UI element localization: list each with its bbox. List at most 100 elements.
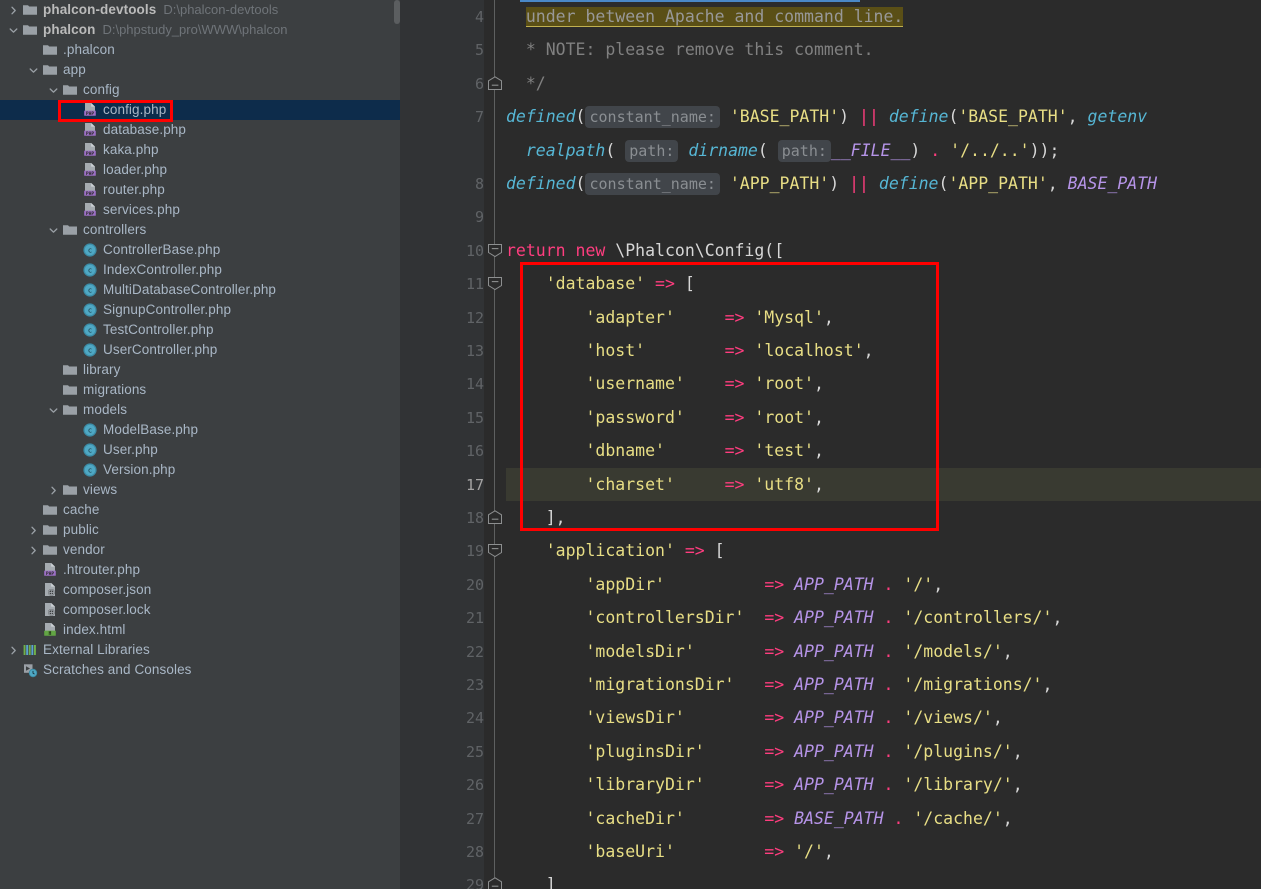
code-line-6[interactable]: */ [506, 67, 546, 100]
line-number-gutter[interactable]: 4 5 6 7 8 9 10 11 12 13 14 15 16 17 18 19 20 21 22 23 24 25 26… [400, 0, 484, 889]
line-number[interactable]: 22 [428, 643, 484, 661]
code-line-16[interactable]: 'dbname' => 'test', [506, 434, 823, 467]
chevron-right-icon[interactable] [28, 525, 39, 536]
line-number[interactable]: 18 [428, 509, 484, 527]
tree-item-vendor[interactable]: vendor [0, 540, 400, 560]
code-line-4[interactable]: under between Apache and command line. [506, 0, 904, 33]
fold-marker-application-close[interactable] [487, 877, 504, 889]
code-line-15[interactable]: 'password' => 'root', [506, 401, 823, 434]
line-number[interactable]: 9 [428, 208, 484, 226]
code-line-7[interactable]: defined(constant_name: 'BASE_PATH') || d… [506, 100, 1147, 133]
chevron-right-icon[interactable] [8, 5, 19, 16]
tree-item-library[interactable]: library [0, 360, 400, 380]
chevron-down-icon[interactable] [48, 405, 59, 416]
tree-item-cache[interactable]: cache [0, 500, 400, 520]
tree-item-views[interactable]: views [0, 480, 400, 500]
line-number[interactable]: 27 [428, 810, 484, 828]
tree-item-controllerbase-php[interactable]: c ControllerBase.php [0, 240, 400, 260]
line-number[interactable]: 14 [428, 375, 484, 393]
code-line-29[interactable]: ] [506, 868, 556, 889]
line-number[interactable]: 20 [428, 576, 484, 594]
line-number[interactable]: 5 [428, 41, 484, 59]
tree-item-app[interactable]: app [0, 60, 400, 80]
tree-item-phalcon[interactable]: phalcon D:\phpstudy_pro\WWW\phalcon [0, 20, 400, 40]
line-number[interactable]: 4 [428, 8, 484, 26]
line-number[interactable]: 7 [428, 108, 484, 126]
fold-marker-comment-end[interactable] [487, 76, 504, 91]
tree-item-testcontroller-php[interactable]: c TestController.php [0, 320, 400, 340]
chevron-right-icon[interactable] [28, 545, 39, 556]
chevron-down-icon[interactable] [8, 25, 19, 36]
tree-item-phalcon-devtools[interactable]: phalcon-devtools D:\phalcon-devtools [0, 0, 400, 20]
tree-item-router-php[interactable]: PHP router.php [0, 180, 400, 200]
code-editor[interactable]: 4 5 6 7 8 9 10 11 12 13 14 15 16 17 18 19 20 21 22 23 24 25 26… [400, 0, 1261, 889]
line-number[interactable]: 6 [428, 75, 484, 93]
tree-item-models[interactable]: models [0, 400, 400, 420]
code-line-14[interactable]: 'username' => 'root', [506, 367, 823, 400]
code-content[interactable]: under between Apache and command line. *… [506, 0, 1261, 889]
line-number[interactable]: 13 [428, 342, 484, 360]
code-line-17[interactable]: 'charset' => 'utf8', [506, 468, 823, 501]
line-number[interactable]: 17 [428, 476, 484, 494]
tree-item-modelbase-php[interactable]: c ModelBase.php [0, 420, 400, 440]
fold-marker-return-config[interactable] [487, 243, 504, 258]
tree-item-indexcontroller-php[interactable]: c IndexController.php [0, 260, 400, 280]
line-number[interactable]: 24 [428, 709, 484, 727]
tree-item-usercontroller-php[interactable]: c UserController.php [0, 340, 400, 360]
code-line-9[interactable] [506, 200, 516, 233]
code-line-26[interactable]: 'libraryDir' => APP_PATH . '/library/', [506, 768, 1022, 801]
code-line-19[interactable]: 'application' => [ [506, 534, 725, 567]
code-folding-gutter[interactable] [484, 0, 506, 889]
code-line-11[interactable]: 'database' => [ [506, 267, 695, 300]
code-line-13[interactable]: 'host' => 'localhost', [506, 334, 873, 367]
line-number[interactable]: 28 [428, 843, 484, 861]
code-line-10[interactable]: return new \Phalcon\Config([ [506, 234, 784, 267]
project-tree[interactable]: phalcon-devtools D:\phalcon-devtools phalc… [0, 0, 400, 680]
line-number[interactable]: 11 [428, 275, 484, 293]
tree-item-controllers[interactable]: controllers [0, 220, 400, 240]
fold-marker-database-close[interactable] [487, 510, 504, 525]
tree-item-loader-php[interactable]: PHP loader.php [0, 160, 400, 180]
tree-item-multidatabasecontroller-php[interactable]: c MultiDatabaseController.php [0, 280, 400, 300]
tree-item-version-php[interactable]: c Version.php [0, 460, 400, 480]
tree-item-config[interactable]: config [0, 80, 400, 100]
tree-item-scratches-and-consoles[interactable]: Scratches and Consoles [0, 660, 400, 680]
tree-item-external-libraries[interactable]: External Libraries [0, 640, 400, 660]
line-number[interactable]: 8 [428, 175, 484, 193]
code-line-21[interactable]: 'controllersDir' => APP_PATH . '/control… [506, 601, 1062, 634]
tree-item-migrations[interactable]: migrations [0, 380, 400, 400]
line-number[interactable]: 12 [428, 309, 484, 327]
code-line-24[interactable]: 'viewsDir' => APP_PATH . '/views/', [506, 701, 1002, 734]
line-number[interactable]: 15 [428, 409, 484, 427]
code-line-28[interactable]: 'baseUri' => '/', [506, 835, 833, 868]
code-line-23[interactable]: 'migrationsDir' => APP_PATH . '/migratio… [506, 668, 1052, 701]
tree-item-signupcontroller-php[interactable]: c SignupController.php [0, 300, 400, 320]
chevron-down-icon[interactable] [48, 225, 59, 236]
line-number[interactable]: 25 [428, 743, 484, 761]
code-line-25[interactable]: 'pluginsDir' => APP_PATH . '/plugins/', [506, 735, 1022, 768]
tree-item-htrouter-php[interactable]: PHP .htrouter.php [0, 560, 400, 580]
tree-item-services-php[interactable]: PHP services.php [0, 200, 400, 220]
fold-marker-database-open[interactable] [487, 276, 504, 291]
code-line-20[interactable]: 'appDir' => APP_PATH . '/', [506, 568, 943, 601]
code-line-5[interactable]: * NOTE: please remove this comment. [506, 33, 874, 66]
tree-item-phalcon[interactable]: .phalcon [0, 40, 400, 60]
chevron-right-icon[interactable] [48, 485, 59, 496]
code-line-12[interactable]: 'adapter' => 'Mysql', [506, 301, 833, 334]
tree-item-composer-lock[interactable]: composer.lock [0, 600, 400, 620]
line-number[interactable]: 19 [428, 542, 484, 560]
chevron-down-icon[interactable] [48, 85, 59, 96]
chevron-down-icon[interactable] [28, 65, 39, 76]
code-line-18[interactable]: ], [506, 501, 566, 534]
code-line-22[interactable]: 'modelsDir' => APP_PATH . '/models/', [506, 635, 1012, 668]
tree-item-composer-json[interactable]: composer.json [0, 580, 400, 600]
chevron-right-icon[interactable] [8, 645, 19, 656]
code-line-27[interactable]: 'cacheDir' => BASE_PATH . '/cache/', [506, 802, 1012, 835]
tree-item-kaka-php[interactable]: PHP kaka.php [0, 140, 400, 160]
tree-item-config-php[interactable]: PHP config.php [0, 100, 400, 120]
code-line-8[interactable]: defined(constant_name: 'APP_PATH') || de… [506, 167, 1157, 200]
code-line-7-wrapped[interactable]: realpath( path: dirname( path: __FILE__) … [506, 134, 1059, 167]
tree-item-public[interactable]: public [0, 520, 400, 540]
fold-marker-application-open[interactable] [487, 543, 504, 558]
tree-item-user-php[interactable]: c User.php [0, 440, 400, 460]
